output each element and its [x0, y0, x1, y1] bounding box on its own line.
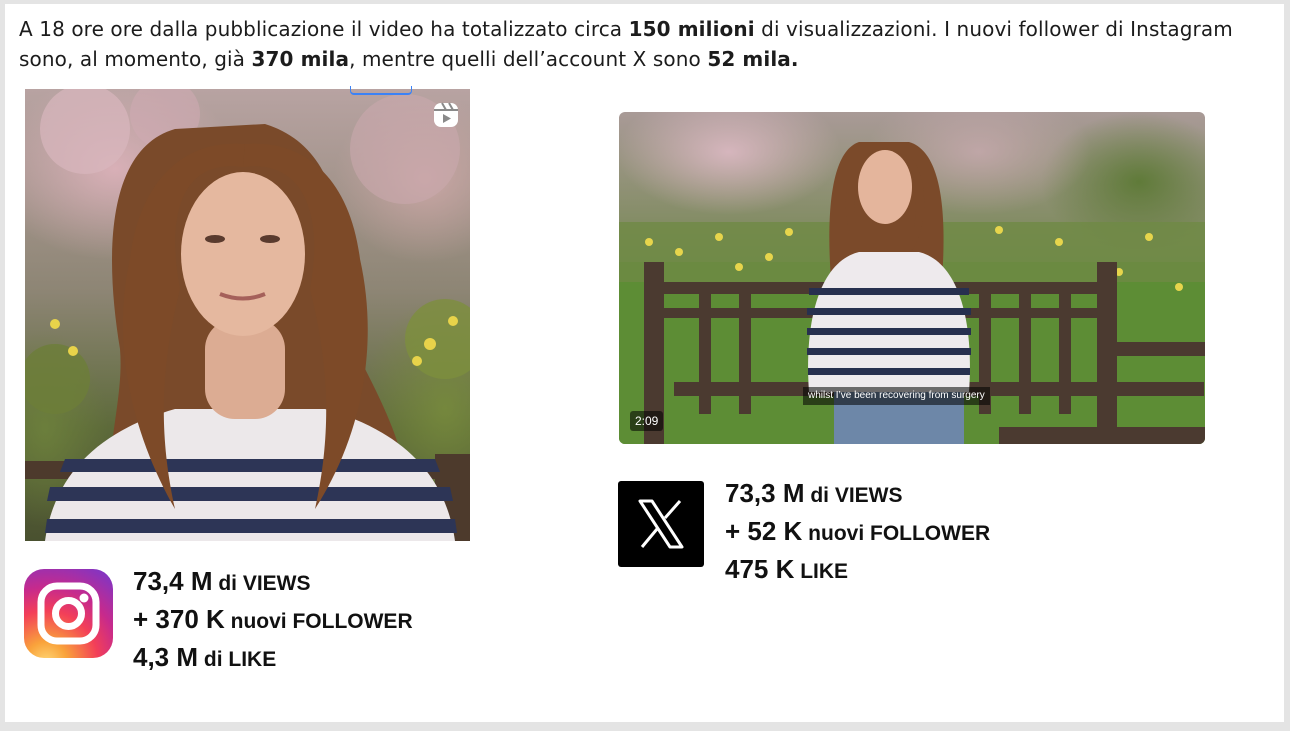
instagram-views: 73,4 M di VIEWS: [133, 566, 311, 596]
video-subtitle: whilst I’ve been recovering from surgery: [803, 387, 990, 405]
x-stats: 73,3 M di VIEWS + 52 K nuovi FOLLOWER 47…: [725, 474, 990, 588]
instagram-followers: + 370 K nuovi FOLLOWER: [133, 604, 413, 634]
blue-tab-indicator: [350, 86, 412, 95]
instagram-reel-illustration: [25, 89, 470, 541]
instagram-reel-image[interactable]: [25, 89, 470, 541]
x-followers: + 52 K nuovi FOLLOWER: [725, 516, 991, 546]
instagram-likes: 4,3 M di LIKE: [133, 642, 277, 672]
x-logo-icon: [618, 481, 704, 567]
x-views: 73,3 M di VIEWS: [725, 478, 903, 508]
instagram-stats: 73,4 M di VIEWS + 370 K nuovi FOLLOWER 4…: [133, 562, 413, 676]
instagram-glyph-icon: [37, 582, 100, 645]
video-duration: 2:09: [630, 411, 664, 431]
reels-icon[interactable]: [432, 101, 460, 129]
x-video-thumbnail[interactable]: whilst I’ve been recovering from surgery…: [619, 112, 1205, 444]
instagram-logo-icon: [24, 569, 113, 658]
intro-paragraph: A 18 ore ore dalla pubblicazione il vide…: [19, 17, 1233, 71]
x-likes: 475 K LIKE: [725, 554, 849, 584]
x-glyph-icon: [638, 499, 684, 549]
